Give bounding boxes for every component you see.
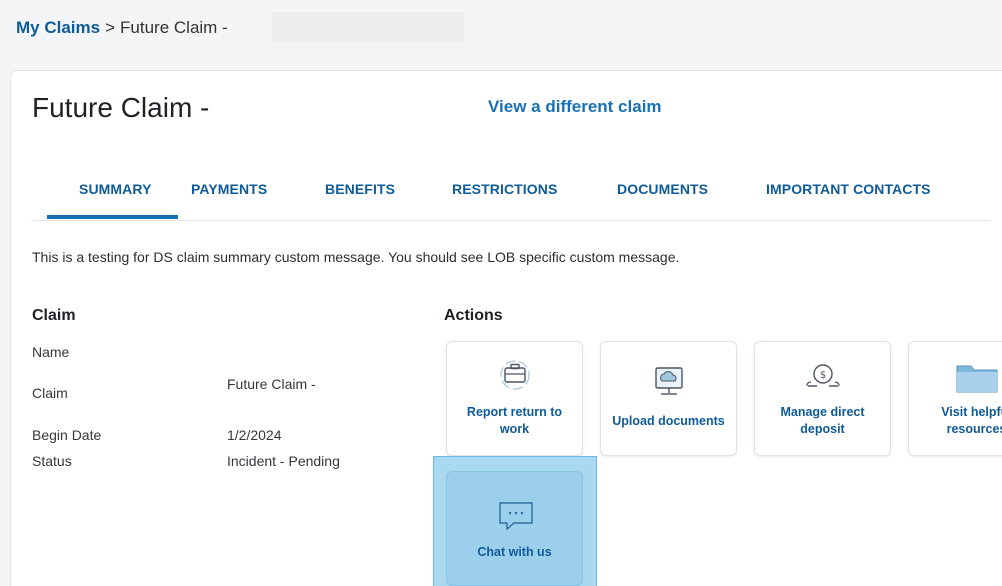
action-label: Manage direct deposit bbox=[780, 405, 865, 436]
chat-bubble-icon bbox=[499, 502, 533, 531]
report-return-to-work-button[interactable]: Report return to work bbox=[446, 341, 583, 456]
action-label: Visit helpful resources bbox=[941, 405, 1002, 436]
breadcrumb-redaction bbox=[272, 12, 464, 42]
claim-number-value: Future Claim - bbox=[227, 376, 316, 392]
tab-benefits[interactable]: BENEFITS bbox=[325, 181, 395, 197]
action-label: Report return to work bbox=[466, 405, 563, 436]
chat-with-us-button[interactable]: Chat with us bbox=[446, 471, 583, 586]
breadcrumb-current: Future Claim - bbox=[120, 18, 228, 37]
status-value: Incident - Pending bbox=[227, 453, 340, 469]
status-label: Status bbox=[32, 453, 72, 469]
svg-text:$: $ bbox=[819, 370, 825, 381]
money-deposit-icon: $ bbox=[805, 364, 840, 387]
view-different-claim-link[interactable]: View a different claim bbox=[488, 97, 662, 117]
tab-important-contacts[interactable]: IMPORTANT CONTACTS bbox=[766, 181, 931, 197]
claim-name-label: Name bbox=[32, 344, 70, 360]
begin-date-label: Begin Date bbox=[32, 427, 102, 443]
tab-documents[interactable]: DOCUMENTS bbox=[617, 181, 708, 197]
breadcrumb: My Claims > Future Claim - bbox=[16, 10, 228, 46]
briefcase-icon bbox=[499, 360, 530, 390]
actions-heading: Actions bbox=[444, 307, 503, 324]
visit-helpful-resources-button[interactable]: Visit helpful resources bbox=[908, 341, 1002, 456]
manage-direct-deposit-button[interactable]: $ Manage direct deposit bbox=[754, 341, 891, 456]
tab-bar: SUMMARY PAYMENTS BENEFITS RESTRICTIONS D… bbox=[31, 167, 991, 221]
custom-message: This is a testing for DS claim summary c… bbox=[32, 249, 680, 265]
folder-icon bbox=[956, 365, 997, 393]
tab-payments[interactable]: PAYMENTS bbox=[191, 181, 267, 197]
breadcrumb-my-claims-link[interactable]: My Claims bbox=[16, 18, 100, 38]
page-title: Future Claim - bbox=[32, 92, 210, 123]
tab-restrictions[interactable]: RESTRICTIONS bbox=[452, 181, 557, 197]
action-label: Chat with us bbox=[477, 545, 552, 559]
cloud-upload-icon bbox=[654, 367, 683, 395]
breadcrumb-separator: > bbox=[105, 18, 116, 37]
tab-summary[interactable]: SUMMARY bbox=[47, 181, 177, 219]
action-label: Upload documents bbox=[612, 414, 725, 428]
claim-heading: Claim bbox=[32, 307, 76, 324]
claim-number-label: Claim bbox=[32, 385, 68, 401]
upload-documents-button[interactable]: Upload documents bbox=[600, 341, 737, 456]
begin-date-value: 1/2/2024 bbox=[227, 427, 282, 443]
